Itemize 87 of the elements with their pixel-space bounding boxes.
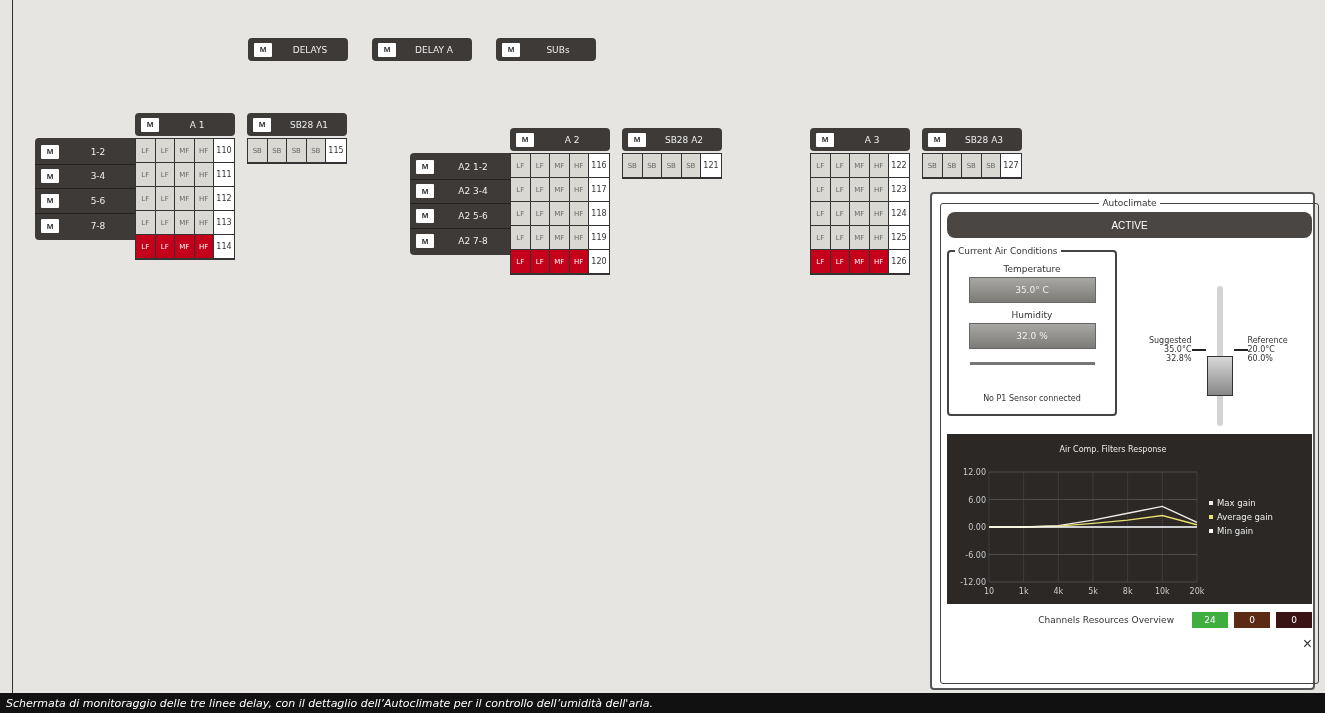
group-label: A 2 xyxy=(563,134,581,145)
channel-number: 110 xyxy=(214,139,234,162)
reference-label: Reference 20.0°C 60.0% xyxy=(1247,336,1289,364)
chart-title: Air Comp. Filters Response xyxy=(1059,445,1167,454)
legend-label: Max gain xyxy=(1217,498,1256,508)
mute-button[interactable]: M xyxy=(516,132,534,147)
panel-title: Current Air Conditions xyxy=(957,246,1059,256)
y-tick-label: -6.00 xyxy=(965,550,986,560)
mute-button[interactable]: M xyxy=(254,42,272,57)
x-tick-label: 10 xyxy=(983,587,995,596)
channel-number: 119 xyxy=(589,226,609,249)
count-badge: 0 xyxy=(1234,612,1270,628)
channel-number: 125 xyxy=(889,226,909,249)
x-tick-label: 1k xyxy=(1018,587,1029,596)
mute-button[interactable]: M xyxy=(41,169,59,184)
mute-button[interactable]: M xyxy=(928,132,946,147)
group-label: A 3 xyxy=(863,134,881,145)
zone-label: A2 7-8 xyxy=(457,236,489,247)
group-label: SB28 A2 xyxy=(663,134,705,145)
mute-button[interactable]: M xyxy=(141,117,159,132)
group-label: SUBs xyxy=(545,44,571,55)
channel-number: 113 xyxy=(214,211,234,234)
channel-number: 127 xyxy=(1001,154,1021,177)
legend-label: Min gain xyxy=(1217,526,1254,536)
group-label: A 1 xyxy=(188,119,206,130)
zone-label: A2 1-2 xyxy=(457,161,489,172)
mute-button[interactable]: M xyxy=(816,132,834,147)
mute-button[interactable]: M xyxy=(41,219,59,234)
y-tick-label: 6.00 xyxy=(968,495,986,505)
caption: Schermata di monitoraggio delle tre linee delay, con il dettaglio dell’Autoclimate per il controllo dell’umidità dell'aria. xyxy=(0,693,1325,713)
mute-button[interactable]: M xyxy=(416,184,434,199)
legend-item: Max gain xyxy=(1209,498,1256,508)
legend-item: Average gain xyxy=(1209,512,1273,522)
sensor-note: No P1 Sensor connected xyxy=(983,394,1081,403)
mute-button[interactable]: M xyxy=(378,42,396,57)
x-tick-label: 8k xyxy=(1122,587,1133,596)
zone-label: 3-4 xyxy=(89,171,107,182)
suggested-label: Suggested 35.0°C 32.8% xyxy=(1147,336,1192,364)
mute-button[interactable]: M xyxy=(41,144,59,159)
temperature-label: Temperature xyxy=(1003,264,1061,274)
channel-number: 116 xyxy=(589,154,609,177)
mute-button[interactable]: M xyxy=(416,209,434,223)
zone-label: 7-8 xyxy=(89,221,107,232)
group-label: SB28 A3 xyxy=(963,134,1005,145)
status-button[interactable]: ACTIVE xyxy=(947,212,1312,238)
count-badge: 24 xyxy=(1192,612,1228,628)
channel-number: 123 xyxy=(889,178,909,201)
x-tick-label: 4k xyxy=(1053,587,1064,596)
channel-number: 115 xyxy=(326,139,346,162)
humidity-value: 32.0 % xyxy=(968,323,1096,349)
resources-label: Channels Resources Overview xyxy=(1038,615,1174,625)
zone-label: 5-6 xyxy=(89,196,107,206)
group-label: DELAYS xyxy=(291,44,329,55)
mute-button[interactable]: M xyxy=(416,159,434,174)
mute-button[interactable]: M xyxy=(253,117,271,132)
y-tick-label: 12.00 xyxy=(963,468,986,477)
legend-item: Min gain xyxy=(1209,526,1254,536)
channel-number: 122 xyxy=(889,154,909,177)
mute-button[interactable]: M xyxy=(628,132,646,147)
count-badge: 0 xyxy=(1276,612,1312,628)
x-tick-label: 5k xyxy=(1088,587,1098,596)
channel-number: 124 xyxy=(889,202,909,225)
channel-number: 117 xyxy=(589,178,609,201)
window-title: Autoclimate xyxy=(1101,198,1158,208)
zone-label: 1-2 xyxy=(89,146,107,157)
channel-number: 111 xyxy=(214,163,234,186)
zone-label: A2 5-6 xyxy=(457,211,489,221)
y-tick-label: 0.00 xyxy=(968,523,986,532)
channel-number: 121 xyxy=(701,154,721,177)
temperature-value: 35.0° C xyxy=(968,277,1096,303)
y-tick-label: -12.00 xyxy=(960,578,986,587)
channel-number: 114 xyxy=(214,235,234,258)
channel-number: 112 xyxy=(214,187,234,210)
zone-label: A2 3-4 xyxy=(457,186,489,197)
x-tick-label: 20k xyxy=(1189,587,1205,596)
humidity-label: Humidity xyxy=(1011,310,1053,320)
group-label: DELAY A xyxy=(414,44,454,55)
channel-number: 126 xyxy=(889,250,909,273)
channel-number: 118 xyxy=(589,202,609,225)
mute-button[interactable]: M xyxy=(41,194,59,208)
mute-button[interactable]: M xyxy=(416,234,434,249)
slider-thumb[interactable] xyxy=(1206,355,1233,396)
close-button[interactable]: × xyxy=(1302,636,1312,652)
channel-number: 120 xyxy=(589,250,609,273)
group-label: SB28 A1 xyxy=(288,119,330,130)
mute-button[interactable]: M xyxy=(502,42,520,57)
x-tick-label: 10k xyxy=(1154,587,1170,596)
